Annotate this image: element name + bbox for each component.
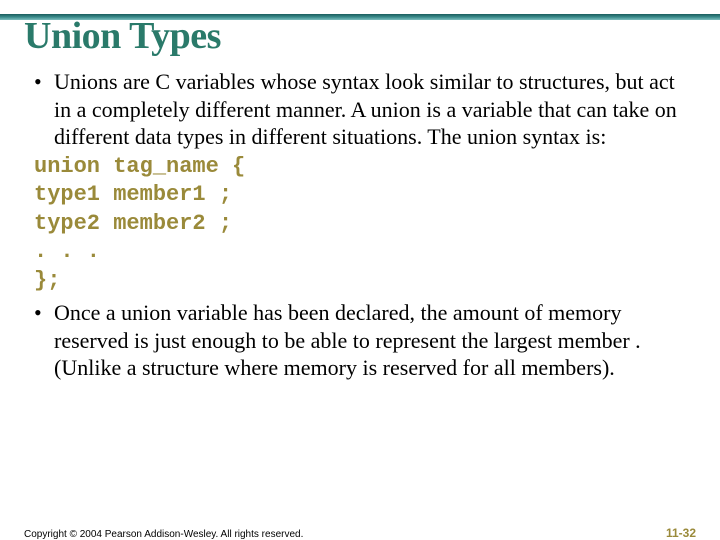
bullet-marker: • [34, 299, 54, 327]
code-line-1: union tag_name { [34, 154, 245, 179]
bullet-item-1: • Unions are C variables whose syntax lo… [34, 68, 686, 151]
bullet-text-2: Once a union variable has been declared,… [54, 299, 686, 382]
footer: Copyright © 2004 Pearson Addison-Wesley.… [24, 526, 696, 540]
code-line-3: type2 member2 ; [34, 211, 232, 236]
slide-content: • Unions are C variables whose syntax lo… [34, 68, 686, 382]
code-line-2: type1 member1 ; [34, 182, 232, 207]
code-block: union tag_name { type1 member1 ; type2 m… [34, 153, 686, 296]
page-number: 11-32 [666, 526, 696, 540]
code-line-5: }; [34, 268, 60, 293]
slide-title: Union Types [24, 14, 720, 58]
code-line-4: . . . [34, 239, 100, 264]
bullet-text-1: Unions are C variables whose syntax look… [54, 68, 686, 151]
bullet-item-2: • Once a union variable has been declare… [34, 299, 686, 382]
copyright-text: Copyright © 2004 Pearson Addison-Wesley.… [24, 529, 303, 540]
bullet-marker: • [34, 68, 54, 96]
top-border-strip [0, 14, 720, 20]
